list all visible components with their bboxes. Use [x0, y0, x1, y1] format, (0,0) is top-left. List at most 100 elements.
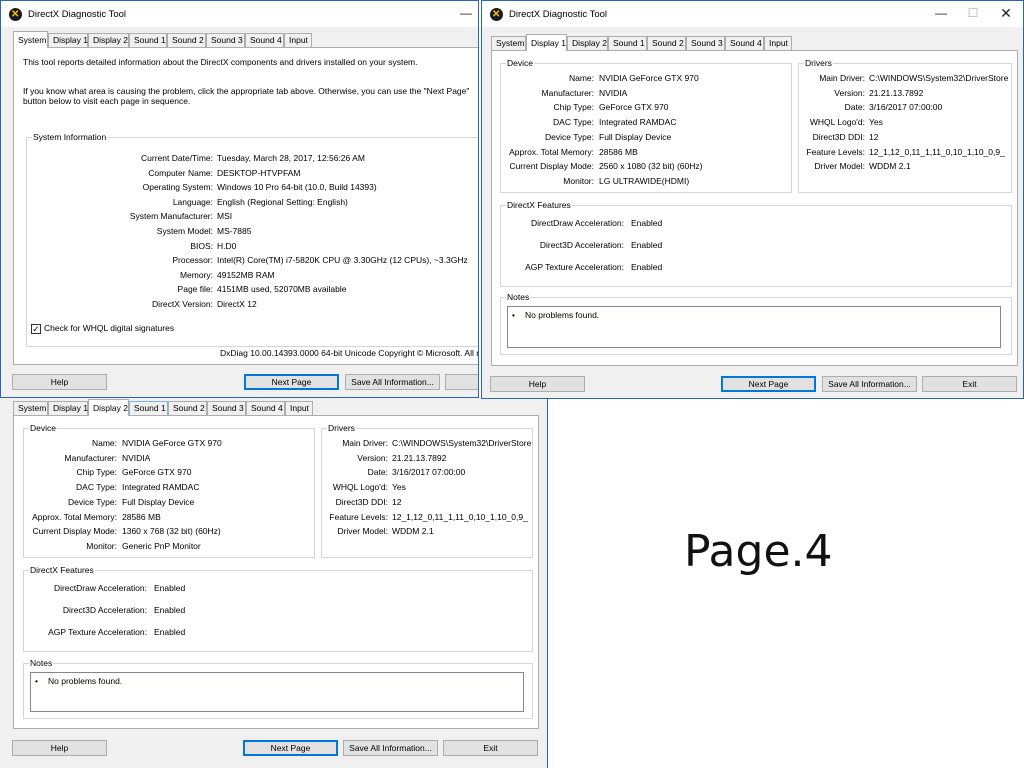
- feature-value: Enabled: [631, 240, 663, 250]
- device-info-value: Full Display Device: [122, 496, 195, 507]
- tab-sound-2[interactable]: Sound 2: [647, 36, 686, 50]
- tab-sound-1[interactable]: Sound 1: [129, 33, 167, 47]
- title-bar[interactable]: DirectX Diagnostic Tool — ☐ ✕: [482, 1, 1023, 27]
- driver-info-value: 12: [392, 496, 402, 507]
- device-info-value: 28586 MB: [122, 511, 161, 522]
- tab-display-2[interactable]: Display 2: [567, 36, 608, 50]
- exit-button[interactable]: Exit: [443, 740, 538, 756]
- title-bar[interactable]: DirectX Diagnostic Tool —: [1, 1, 478, 27]
- next-page-button[interactable]: Next Page: [243, 740, 338, 756]
- feature-row: AGP Texture Acceleration: Enabled: [501, 260, 1011, 274]
- drivers-group-title: Drivers: [804, 58, 833, 69]
- system-info-value: DirectX 12: [217, 299, 257, 309]
- device-info-label: Approx. Total Memory:: [509, 146, 594, 157]
- system-panel: This tool reports detailed information a…: [13, 47, 478, 365]
- exit-button[interactable]: Exit: [922, 376, 1017, 392]
- device-info-value: Integrated RAMDAC: [122, 482, 200, 493]
- tab-display-1[interactable]: Display 1: [48, 401, 88, 415]
- device-info-label: DAC Type:: [553, 117, 594, 128]
- tab-system[interactable]: System: [491, 36, 526, 50]
- help-button[interactable]: Help: [490, 376, 585, 392]
- hint-text: If you know what area is causing the pro…: [23, 86, 470, 106]
- page-label: Page.4: [684, 526, 833, 577]
- tab-sound-2[interactable]: Sound 2: [167, 33, 206, 47]
- feature-label: Direct3D Acceleration:: [62, 605, 147, 615]
- system-info-label: System Model:: [156, 226, 213, 236]
- directx-features-group: DirectX Features DirectDraw Acceleration…: [500, 200, 1012, 287]
- device-info-label: Current Display Mode:: [509, 161, 594, 172]
- tab-sound-4[interactable]: Sound 4: [246, 401, 285, 415]
- system-info-row: Memory: 49152MB RAM: [27, 268, 478, 282]
- device-group-title: Device: [506, 58, 534, 69]
- tab-sound-3[interactable]: Sound 3: [206, 33, 245, 47]
- driver-info-label: Date:: [367, 467, 388, 478]
- driver-info-row: Date: 3/16/2017 07:00:00: [322, 465, 532, 479]
- feature-row: DirectDraw Acceleration: Enabled: [24, 581, 532, 595]
- next-page-button[interactable]: Next Page: [721, 376, 816, 392]
- minimize-icon[interactable]: —: [449, 1, 478, 27]
- save-all-information-button[interactable]: Save All Information...: [345, 374, 440, 390]
- device-info-label: Chip Type:: [553, 102, 594, 113]
- tab-display-1[interactable]: Display 1: [526, 34, 567, 51]
- tab-system[interactable]: System: [13, 31, 48, 48]
- system-info-row: System Manufacturer: MSI: [27, 209, 478, 223]
- tab-input[interactable]: Input: [764, 36, 792, 50]
- notes-box[interactable]: No problems found.: [507, 306, 1001, 348]
- system-info-label: DirectX Version:: [152, 299, 213, 309]
- tab-system[interactable]: System: [13, 401, 48, 415]
- driver-info-value: 12: [869, 131, 879, 142]
- device-info-value: NVIDIA: [599, 87, 628, 98]
- feature-row: Direct3D Acceleration: Enabled: [501, 238, 1011, 252]
- help-button[interactable]: Help: [12, 374, 107, 390]
- driver-info-label: Date:: [844, 102, 865, 113]
- display-1-panel: Device Name: NVIDIA GeForce GTX 970 Manufa…: [491, 50, 1018, 366]
- tab-sound-3[interactable]: Sound 3: [207, 401, 246, 415]
- intro-text: This tool reports detailed information a…: [23, 57, 418, 67]
- device-info-row: Current Display Mode: 1360 x 768 (32 bit)…: [24, 524, 314, 538]
- driver-info-row: WHQL Logo'd: Yes: [799, 115, 1011, 129]
- system-info-row: DirectX Version: DirectX 12: [27, 297, 478, 311]
- feature-label: AGP Texture Acceleration:: [48, 627, 147, 637]
- driver-info-row: Feature Levels: 12_1,12_0,11_1,11_0,10_1,…: [322, 510, 532, 524]
- exit-button[interactable]: Exit: [445, 374, 478, 390]
- tab-display-1[interactable]: Display 1: [48, 33, 88, 47]
- save-all-information-button[interactable]: Save All Information...: [343, 740, 438, 756]
- notes-box[interactable]: No problems found.: [30, 672, 524, 712]
- note-item: No problems found.: [35, 676, 122, 686]
- tab-input[interactable]: Input: [285, 401, 313, 415]
- whql-checkbox[interactable]: ✓: [31, 324, 41, 334]
- tab-sound-4[interactable]: Sound 4: [245, 33, 284, 47]
- device-info-value: Generic PnP Monitor: [122, 540, 201, 551]
- next-page-button[interactable]: Next Page: [244, 374, 339, 390]
- tab-sound-3[interactable]: Sound 3: [686, 36, 725, 50]
- device-info-value: NVIDIA: [122, 452, 151, 463]
- tab-display-2[interactable]: Display 2: [88, 33, 129, 47]
- feature-value: Enabled: [154, 583, 186, 593]
- features-group-title: DirectX Features: [29, 565, 95, 576]
- tab-sound-4[interactable]: Sound 4: [725, 36, 764, 50]
- device-group: Device Name: NVIDIA GeForce GTX 970 Manufa…: [23, 423, 315, 558]
- close-icon[interactable]: ✕: [989, 1, 1023, 27]
- minimize-icon[interactable]: —: [924, 1, 958, 27]
- tab-input[interactable]: Input: [284, 33, 312, 47]
- tab-sound-1[interactable]: Sound 1: [129, 401, 168, 415]
- device-info-row: Chip Type: GeForce GTX 970: [24, 465, 314, 479]
- help-button[interactable]: Help: [12, 740, 107, 756]
- save-all-information-button[interactable]: Save All Information...: [822, 376, 917, 392]
- driver-info-value: 3/16/2017 07:00:00: [869, 102, 943, 113]
- tab-display-2[interactable]: Display 2: [88, 399, 129, 416]
- tab-sound-2[interactable]: Sound 2: [168, 401, 207, 415]
- system-info-row: Page file: 4151MB used, 52070MB available: [27, 282, 478, 296]
- directx-icon: [490, 7, 503, 21]
- system-info-row: System Model: MS-7885: [27, 224, 478, 238]
- driver-info-label: Feature Levels:: [329, 511, 388, 522]
- device-info-label: Approx. Total Memory:: [32, 511, 117, 522]
- maximize-icon[interactable]: ☐: [956, 1, 990, 27]
- driver-info-row: Date: 3/16/2017 07:00:00: [799, 100, 1011, 114]
- device-info-label: Monitor:: [86, 540, 117, 551]
- device-info-row: Chip Type: GeForce GTX 970: [501, 100, 791, 114]
- tab-sound-1[interactable]: Sound 1: [608, 36, 647, 50]
- feature-value: Enabled: [631, 262, 663, 272]
- system-info-value: 49152MB RAM: [217, 269, 275, 280]
- system-info-row: Language: English (Regional Setting: Engl…: [27, 195, 478, 209]
